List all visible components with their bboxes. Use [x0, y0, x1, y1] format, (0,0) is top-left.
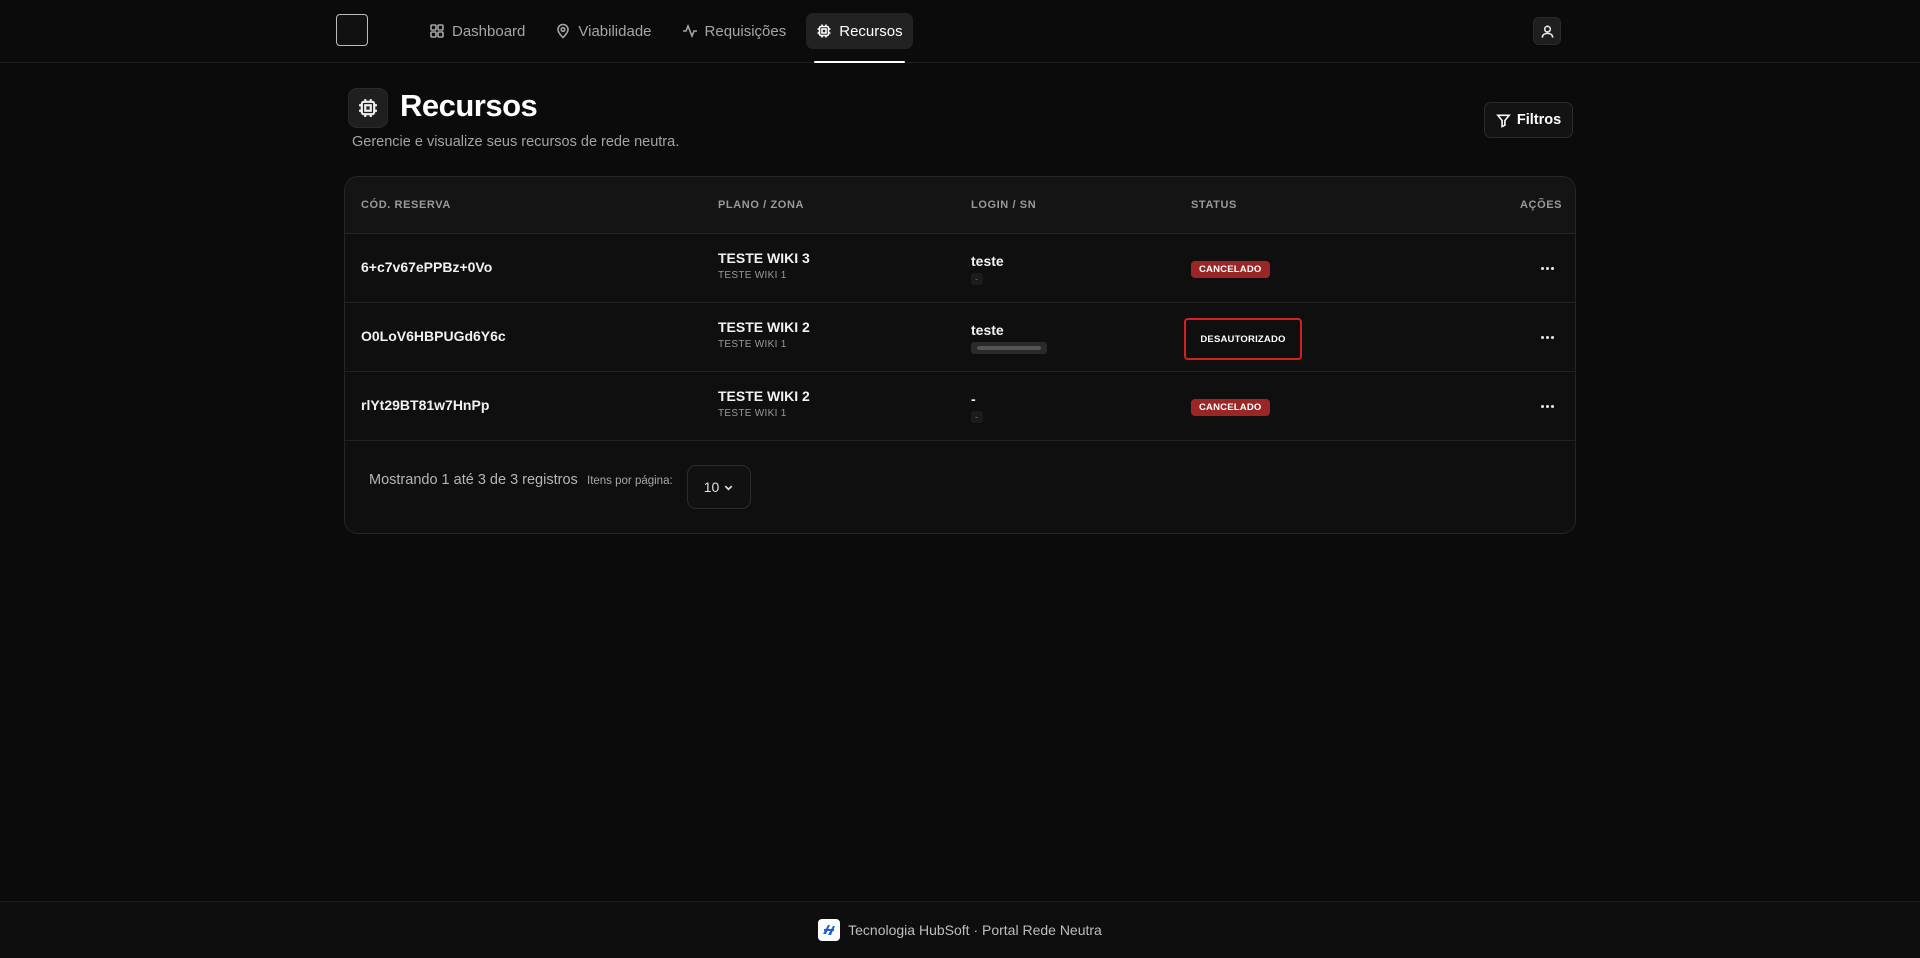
page-header-icon	[348, 88, 388, 128]
nav-item-dashboard[interactable]: Dashboard	[419, 13, 535, 49]
plan-zone-cell: TESTE WIKI 3 TESTE WIKI 1	[718, 250, 810, 281]
table-header: CÓD. RESERVA PLANO / ZONA LOGIN / SN STA…	[345, 177, 1575, 234]
dot-icon	[1550, 266, 1554, 270]
nav-item-label: Dashboard	[452, 22, 526, 40]
nav-item-viabilidade[interactable]: Viabilidade	[545, 13, 661, 49]
activity-icon	[682, 23, 697, 39]
column-header-actions: AÇÕES	[1520, 199, 1563, 211]
dot-icon	[1540, 266, 1544, 270]
dot-icon	[1550, 404, 1554, 408]
reservation-code: rlYt29BT81w7HnPp	[361, 397, 490, 413]
login-value: -	[971, 391, 976, 407]
reservation-code: 6+c7v67ePPBz+0Vo	[361, 259, 493, 275]
plan-zone-cell: TESTE WIKI 2 TESTE WIKI 1	[718, 388, 810, 419]
pagination-summary: Mostrando 1 até 3 de 3 registros	[369, 472, 578, 488]
status-badge: CANCELADO	[1191, 261, 1270, 278]
plan-name: TESTE WIKI 3	[718, 250, 810, 266]
row-actions-menu-button[interactable]	[1535, 259, 1559, 277]
nav-item-label: Requisições	[704, 22, 787, 40]
grid-icon	[430, 24, 444, 38]
sn-value: -	[971, 411, 983, 423]
filter-icon	[1496, 114, 1511, 128]
column-header-code: CÓD. RESERVA	[361, 199, 451, 211]
plan-name: TESTE WIKI 2	[718, 388, 810, 404]
page-subtitle: Gerencie e visualize seus recursos de re…	[352, 134, 680, 150]
plan-name: TESTE WIKI 2	[718, 319, 810, 335]
sn-value: -	[971, 273, 983, 285]
hubsoft-logo-icon	[818, 919, 841, 941]
dot-icon	[1545, 404, 1549, 408]
top-navigation-bar: Dashboard Viabilidade Requisições Recurs…	[0, 0, 1920, 63]
items-per-page-label: Itens por página:	[587, 475, 673, 487]
status-badge: CANCELADO	[1191, 399, 1270, 416]
nav-item-recursos[interactable]: Recursos	[806, 13, 913, 63]
page-footer: Tecnologia HubSoft · Portal Rede Neutra	[0, 901, 1920, 958]
cpu-icon	[817, 24, 831, 38]
items-per-page-value: 10	[703, 479, 720, 495]
nav-item-label: Viabilidade	[578, 22, 652, 40]
dot-icon	[1540, 404, 1544, 408]
login-sn-cell: teste	[971, 322, 1047, 359]
plan-zone-cell: TESTE WIKI 2 TESTE WIKI 1	[718, 319, 810, 350]
sn-value-redacted	[971, 342, 1047, 354]
chevron-down-icon	[724, 485, 733, 491]
zone-name: TESTE WIKI 1	[718, 270, 787, 281]
nav-item-requisicoes[interactable]: Requisições	[672, 13, 797, 49]
login-value: teste	[971, 253, 1004, 269]
table-row[interactable]: O0LoV6HBPUGd6Y6c TESTE WIKI 2 TESTE WIKI…	[345, 303, 1575, 372]
login-value: teste	[971, 322, 1004, 338]
reservation-code: O0LoV6HBPUGd6Y6c	[361, 328, 506, 344]
table-row[interactable]: rlYt29BT81w7HnPp TESTE WIKI 2 TESTE WIKI…	[345, 372, 1575, 441]
filters-button[interactable]: Filtros	[1484, 102, 1573, 138]
user-icon	[1541, 25, 1553, 38]
column-header-login: LOGIN / SN	[971, 199, 1037, 211]
status-badge: DESAUTORIZADO	[1184, 318, 1302, 360]
column-header-status: STATUS	[1191, 199, 1237, 211]
login-sn-cell: - -	[971, 391, 983, 425]
items-per-page-select[interactable]: 10	[687, 465, 751, 509]
row-actions-menu-button[interactable]	[1535, 397, 1559, 415]
filters-button-label: Filtros	[1516, 112, 1562, 128]
dot-icon	[1545, 266, 1549, 270]
dot-icon	[1550, 335, 1554, 339]
resources-table-card: CÓD. RESERVA PLANO / ZONA LOGIN / SN STA…	[344, 176, 1576, 534]
column-header-plan: PLANO / ZONA	[718, 199, 805, 211]
row-actions-menu-button[interactable]	[1535, 328, 1559, 346]
nav-item-label: Recursos	[839, 22, 903, 40]
table-row[interactable]: 6+c7v67ePPBz+0Vo TESTE WIKI 3 TESTE WIKI…	[345, 234, 1575, 303]
logo-image[interactable]	[336, 14, 368, 46]
page-title: Recursos	[400, 88, 538, 123]
user-menu-button[interactable]	[1533, 17, 1561, 45]
zone-name: TESTE WIKI 1	[718, 408, 787, 419]
login-sn-cell: teste -	[971, 253, 1004, 287]
footer-text: Tecnologia HubSoft · Portal Rede Neutra	[848, 922, 1102, 938]
dot-icon	[1540, 335, 1544, 339]
main-nav: Dashboard Viabilidade Requisições Recurs…	[419, 13, 913, 63]
cpu-icon	[359, 99, 377, 117]
map-pin-icon	[557, 23, 570, 39]
zone-name: TESTE WIKI 1	[718, 339, 787, 350]
dot-icon	[1545, 335, 1549, 339]
